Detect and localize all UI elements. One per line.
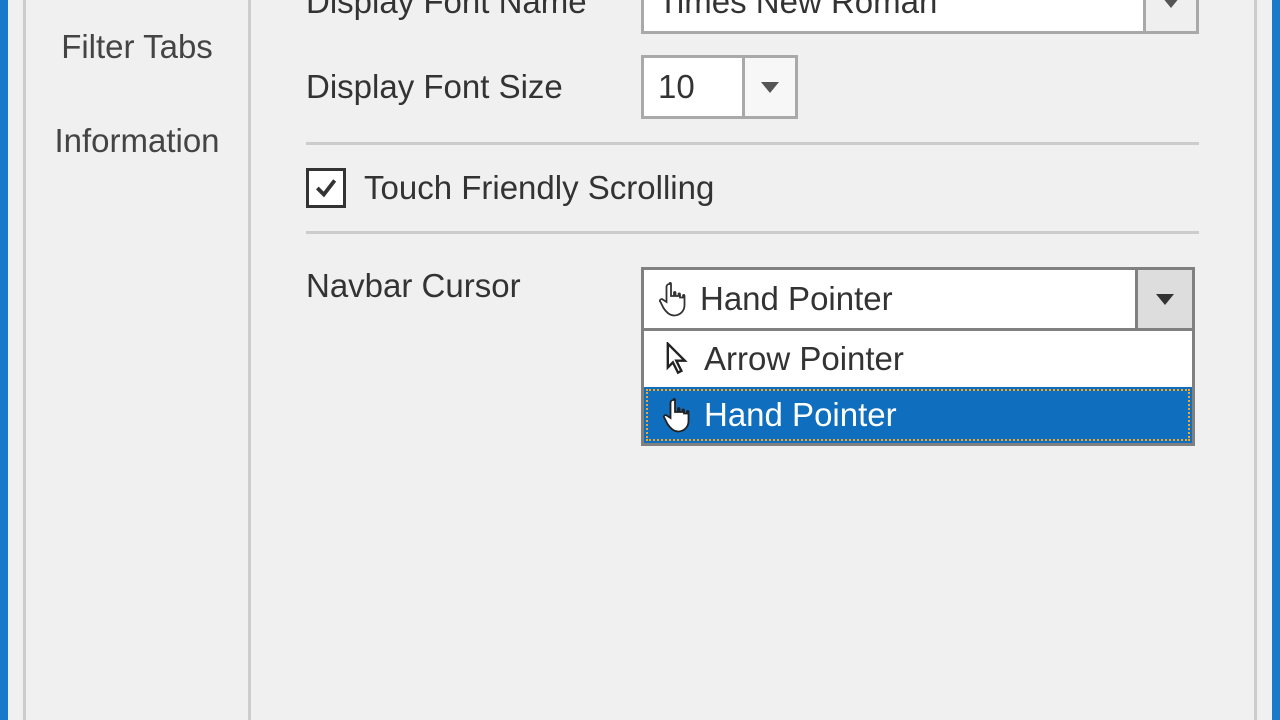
font-name-value: Times New Roman [644, 0, 1143, 21]
font-size-combo-arrow[interactable] [742, 58, 795, 116]
font-size-label: Display Font Size [306, 68, 641, 106]
chevron-down-icon [761, 82, 779, 93]
hand-pointer-icon [654, 281, 694, 317]
navbar-cursor-combo-arrow[interactable] [1135, 270, 1192, 328]
check-icon [313, 175, 339, 201]
sidebar-item-information[interactable]: Information [26, 94, 248, 188]
font-name-combo-arrow[interactable] [1143, 0, 1196, 31]
navbar-cursor-label: Navbar Cursor [306, 267, 641, 305]
hand-pointer-icon [658, 397, 698, 433]
arrow-pointer-icon [658, 342, 698, 376]
main-panel: Display Font Name Times New Roman Displa… [251, 0, 1254, 720]
navbar-cursor-combo[interactable]: Hand Pointer [641, 267, 1195, 331]
dropdown-option-arrow-pointer[interactable]: Arrow Pointer [644, 331, 1192, 387]
font-size-value: 10 [644, 68, 742, 106]
sidebar: Filter Tabs Information [26, 0, 251, 720]
touch-scroll-label: Touch Friendly Scrolling [364, 169, 714, 207]
divider [306, 142, 1199, 145]
dropdown-option-label: Hand Pointer [698, 396, 897, 434]
font-name-combo[interactable]: Times New Roman [641, 0, 1199, 34]
dropdown-option-hand-pointer[interactable]: Hand Pointer [644, 387, 1192, 443]
chevron-down-icon [1156, 294, 1174, 305]
touch-scroll-checkbox[interactable] [306, 168, 346, 208]
navbar-cursor-dropdown: Arrow Pointer Hand Pointer [641, 331, 1195, 446]
chevron-down-icon [1162, 0, 1180, 8]
font-size-combo[interactable]: 10 [641, 55, 798, 119]
dropdown-option-label: Arrow Pointer [698, 340, 904, 378]
divider [306, 231, 1199, 234]
sidebar-item-filter-tabs[interactable]: Filter Tabs [26, 0, 248, 94]
font-name-label: Display Font Name [306, 0, 641, 21]
navbar-cursor-value: Hand Pointer [694, 280, 1135, 318]
